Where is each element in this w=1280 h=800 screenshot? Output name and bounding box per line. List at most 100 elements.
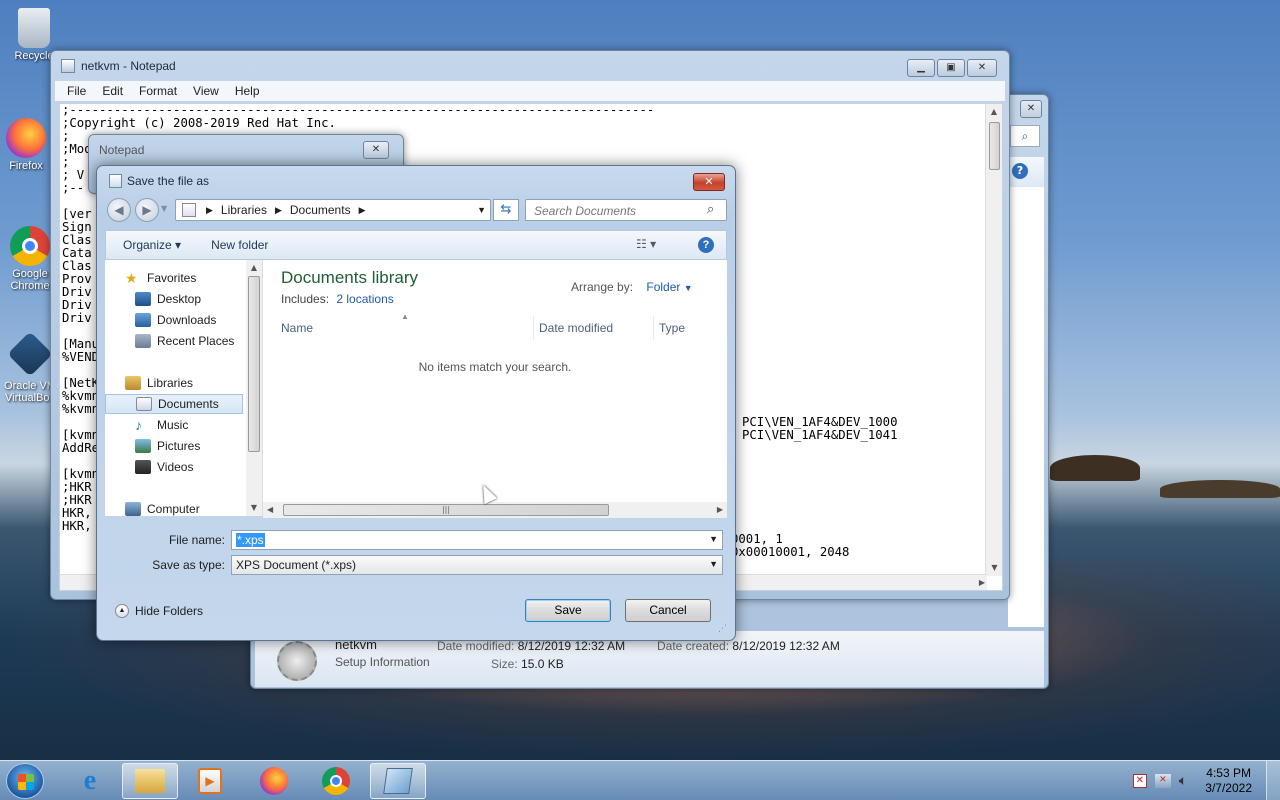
column-date-modified[interactable]: Date modified [539, 321, 613, 335]
file-name-input[interactable]: *.xps ▼ [231, 530, 723, 550]
taskbar-chrome-button[interactable] [308, 763, 364, 799]
chrome-icon [322, 767, 350, 795]
scroll-down-arrow[interactable]: ▼ [246, 500, 262, 516]
notepad-app-icon [61, 59, 75, 73]
taskbar-notepad-button[interactable] [370, 763, 426, 799]
file-name-value: *.xps [236, 533, 265, 547]
save-type-select[interactable]: XPS Document (*.xps) ▼ [231, 555, 723, 575]
menu-view[interactable]: View [185, 84, 227, 98]
nav-computer[interactable]: Computer [125, 499, 200, 516]
music-icon: ♪ [135, 417, 142, 433]
close-button[interactable]: ✕ [967, 59, 997, 77]
refresh-button[interactable]: ⇆ [493, 199, 519, 221]
nav-label: Videos [157, 460, 194, 474]
breadcrumb-documents[interactable]: Documents [290, 203, 351, 217]
save-dialog-title-bar[interactable]: Save the file as [97, 166, 735, 196]
arrange-by-row: Arrange by: Folder ▼ [571, 280, 693, 294]
taskbar-ie-button[interactable]: e [62, 763, 118, 799]
nav-label: Recent Places [157, 334, 235, 348]
date-created-value: 8/12/2019 12:32 AM [732, 639, 840, 653]
size-value: 15.0 KB [521, 657, 564, 671]
setup-file-icon [277, 641, 317, 681]
explorer-help-icon[interactable]: ? [1012, 163, 1028, 179]
nav-libraries[interactable]: Libraries [125, 373, 193, 393]
address-bar[interactable]: ▶ Libraries ▶ Documents ▶ ▼ [175, 199, 491, 221]
scroll-up-arrow[interactable]: ▲ [246, 260, 262, 276]
volume-icon[interactable]: 🔈︎ [1179, 773, 1187, 789]
minimize-button[interactable]: ▁ [907, 59, 935, 77]
organize-button[interactable]: Organize ▾ [123, 238, 181, 252]
search-input[interactable]: Search Documents [525, 199, 727, 221]
address-dropdown-icon[interactable]: ▼ [477, 205, 486, 215]
scroll-right-arrow[interactable]: ▶ [717, 502, 723, 518]
back-button[interactable]: ◀ [107, 198, 131, 222]
file-name-dropdown-icon[interactable]: ▼ [709, 534, 718, 544]
notepad-dialog-close-button[interactable]: ✕ [363, 141, 389, 159]
column-divider[interactable] [533, 316, 534, 340]
cancel-button[interactable]: Cancel [625, 599, 711, 622]
network-icon[interactable]: ✕ [1154, 774, 1171, 788]
column-type[interactable]: Type [659, 321, 685, 335]
scroll-down-arrow[interactable]: ▼ [986, 560, 1002, 576]
notepad-title-bar[interactable]: netkvm - Notepad [51, 51, 1009, 81]
scroll-left-arrow[interactable]: ◀ [267, 502, 273, 518]
column-divider[interactable] [653, 316, 654, 340]
date-modified-label: Date modified: [437, 639, 515, 653]
help-icon[interactable]: ? [698, 237, 714, 253]
menu-edit[interactable]: Edit [94, 84, 131, 98]
scroll-up-arrow[interactable]: ▲ [986, 104, 1002, 120]
new-folder-button[interactable]: New folder [211, 238, 268, 252]
wallpaper-rock [1160, 480, 1280, 498]
vertical-scrollbar-thumb[interactable] [989, 122, 1000, 170]
videos-icon [135, 460, 151, 474]
vertical-scrollbar[interactable]: ▲ ▼ [985, 104, 1002, 576]
nav-music[interactable]: ♪ Music [135, 415, 188, 435]
nav-label: Computer [147, 502, 200, 516]
chrome-icon [10, 226, 50, 266]
hide-folders-button[interactable]: ▲ Hide Folders [115, 604, 203, 618]
action-center-flag-icon[interactable]: ✕ [1132, 774, 1147, 788]
breadcrumb-libraries[interactable]: Libraries [221, 203, 267, 217]
nav-downloads[interactable]: Downloads [135, 310, 216, 330]
menu-format[interactable]: Format [131, 84, 185, 98]
menu-help[interactable]: Help [227, 84, 268, 98]
show-desktop-button[interactable] [1266, 761, 1280, 800]
size-row: Size: 15.0 KB [491, 657, 564, 671]
nav-desktop[interactable]: Desktop [135, 289, 201, 309]
view-options-icon[interactable]: ☷ ▾ [636, 237, 656, 251]
arrange-by-dropdown[interactable]: Folder [646, 280, 680, 294]
save-dialog-close-button[interactable]: ✕ [693, 173, 725, 191]
explorer-search-icon[interactable]: ⌕ [1010, 125, 1040, 147]
scroll-right-arrow[interactable]: ▶ [979, 575, 985, 590]
date-modified-value: 8/12/2019 12:32 AM [517, 639, 626, 653]
save-button[interactable]: Save [525, 599, 611, 622]
nav-scrollbar[interactable]: ▲ ▼ [246, 260, 262, 516]
nav-favorites[interactable]: ★ Favorites [125, 268, 196, 288]
nav-documents[interactable]: Documents [105, 394, 243, 414]
taskbar-explorer-button[interactable] [122, 763, 178, 799]
nav-videos[interactable]: Videos [135, 457, 193, 477]
recent-locations-arrow-icon[interactable]: ▼ [161, 204, 167, 213]
system-tray: ✕ ✕ 🔈︎ 4:53 PM 3/7/2022 [1132, 761, 1280, 800]
maximize-button[interactable]: ▣ [937, 59, 965, 77]
menu-file[interactable]: File [59, 84, 94, 98]
desktop-icon-firefox[interactable]: Firefox [0, 118, 56, 172]
nav-pictures[interactable]: Pictures [135, 436, 200, 456]
nav-scrollbar-thumb[interactable] [248, 276, 260, 452]
horizontal-scrollbar-thumb[interactable]: ||| [283, 504, 609, 516]
nav-recent-places[interactable]: Recent Places [135, 331, 234, 351]
taskbar-firefox-button[interactable] [246, 763, 302, 799]
taskbar-clock[interactable]: 4:53 PM 3/7/2022 [1205, 766, 1252, 796]
breadcrumb-separator-icon: ▶ [358, 204, 366, 215]
explorer-close-button[interactable]: ✕ [1020, 100, 1042, 118]
notepad-dialog-title-bar[interactable]: Notepad [89, 135, 403, 165]
forward-button[interactable]: ▶ [135, 198, 159, 222]
taskbar-media-player-button[interactable]: ▶ [182, 763, 238, 799]
desktop-icon-label: Recycle [14, 50, 54, 62]
column-name[interactable]: Name [281, 321, 313, 335]
resize-grip-icon[interactable]: ⋰ [718, 624, 727, 634]
locations-link[interactable]: 2 locations [336, 292, 393, 306]
horizontal-scrollbar[interactable]: ◀ ||| ▶ [263, 502, 727, 518]
start-button[interactable] [6, 763, 44, 799]
firefox-icon [6, 118, 46, 158]
